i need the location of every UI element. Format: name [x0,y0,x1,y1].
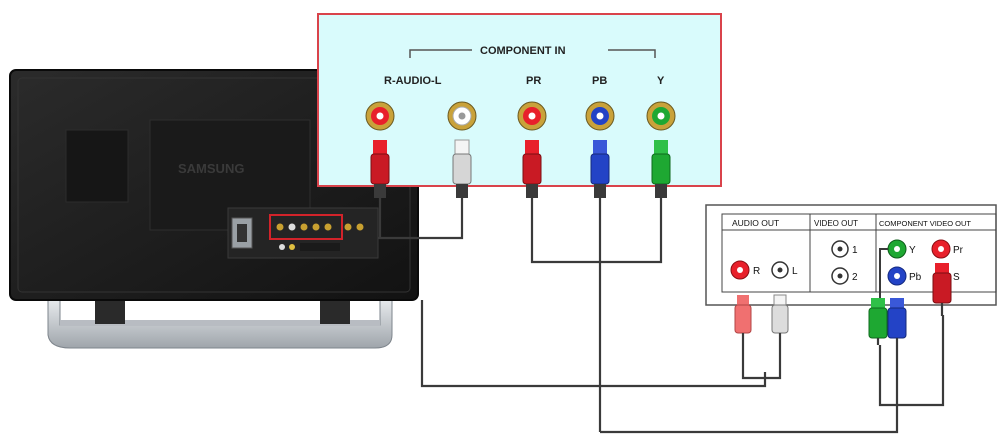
jack-audio-r [365,101,395,131]
jack-pr [517,101,547,131]
component-video-out-title: COMPONENT VIDEO OUT [879,219,971,228]
label-pr: PR [526,75,541,87]
monitor-stand [47,296,393,349]
cvo-y-label: Y [909,245,916,256]
audio-out-r-label: R [753,266,760,277]
plug-green-source-y [868,298,888,345]
cable-pr-y [530,198,663,264]
cvo-pb-label: Pb [909,272,922,283]
plug-green-y [651,140,671,198]
label-pb: PB [592,75,607,87]
cable-audio-out [420,300,767,388]
plug-red-source-audio [734,295,752,372]
plug-white-audio [452,139,472,198]
label-y: Y [657,75,665,87]
rear-port-panel [227,207,379,259]
brand-logo: SAMSUNG [178,161,244,176]
video-out-1-label: 1 [852,245,858,256]
label-r-audio-l: R-AUDIO-L [384,75,442,87]
component-in-title: COMPONENT IN [480,45,566,57]
plug-blue-source-pb [887,298,907,345]
plug-red-source-pr [932,263,952,316]
plug-white-source-audio [771,294,789,372]
audio-out-title: AUDIO OUT [732,218,779,228]
audio-out-l-label: L [792,266,798,277]
plug-blue-pb [590,140,610,198]
jack-audio-l [447,101,477,131]
video-out-title: VIDEO OUT [814,219,858,228]
video-out-2-label: 2 [852,272,858,283]
cvo-s-label: S [953,272,960,283]
jack-pb [585,101,615,131]
source-device-panel: AUDIO OUT VIDEO OUT COMPONENT VIDEO OUT … [705,204,997,306]
cvo-pr-label: Pr [953,245,964,256]
plug-red-pr [522,140,542,198]
connection-diagram: SAMSUNG COMPONENT IN R-AUDIO-L PR PB Y A… [9,13,997,434]
jack-y [646,101,676,131]
